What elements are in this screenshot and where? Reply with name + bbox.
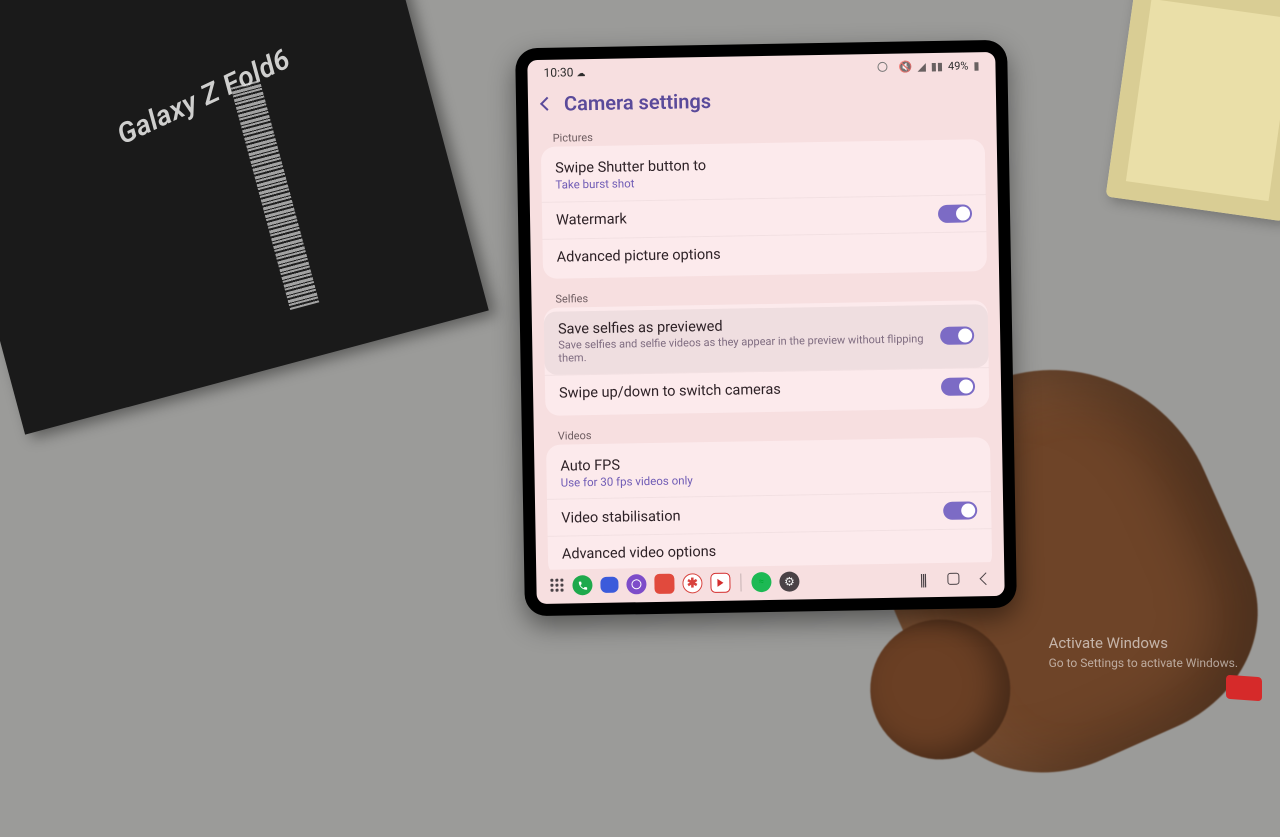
dock-app-messages[interactable] — [600, 577, 618, 593]
dock-app-browser[interactable] — [626, 574, 646, 594]
app-dock: ✱ ≈ ⚙ — [550, 571, 799, 595]
app-drawer-icon[interactable] — [550, 579, 564, 593]
nav-bar: ✱ ≈ ⚙ ||| — [536, 562, 1005, 604]
screen: 10:30 ☁ 🔇 ◢ ▮▮ 49% ▮ Camera settings Pic… — [527, 52, 1004, 604]
dock-app-phone[interactable] — [572, 575, 592, 595]
row-swipe-shutter[interactable]: Swipe Shutter button to Take burst shot — [541, 143, 986, 201]
toy-prop — [1106, 0, 1280, 221]
dock-app-settings[interactable]: ⚙ — [779, 571, 799, 591]
section-card-videos: Auto FPS Use for 30 fps videos only Vide… — [546, 437, 992, 570]
gear-icon: ⚙ — [784, 575, 795, 589]
watermark-title: Activate Windows — [1049, 634, 1238, 652]
row-auto-fps[interactable]: Auto FPS Use for 30 fps videos only — [546, 441, 991, 499]
row-title: Watermark — [556, 205, 928, 229]
globe-icon — [631, 579, 641, 589]
row-title: Advanced picture options — [557, 241, 973, 266]
dock-separator — [740, 573, 741, 591]
windows-activation-watermark: Activate Windows Go to Settings to activ… — [1049, 634, 1238, 670]
system-nav: ||| — [920, 569, 991, 589]
spotify-icon: ≈ — [759, 577, 764, 587]
signal-icon: ▮▮ — [931, 59, 943, 72]
page-title: Camera settings — [564, 89, 711, 116]
tablet-device: 10:30 ☁ 🔇 ◢ ▮▮ 49% ▮ Camera settings Pic… — [515, 40, 1017, 617]
section-card-selfies: Save selfies as previewed Save selfies a… — [544, 300, 990, 415]
status-icons: 🔇 ◢ ▮▮ 49% ▮ — [878, 59, 980, 74]
watermark-sub: Go to Settings to activate Windows. — [1049, 656, 1238, 670]
row-advanced-picture-options[interactable]: Advanced picture options — [542, 231, 987, 275]
nav-back-button[interactable] — [980, 572, 993, 585]
row-title: Advanced video options — [562, 539, 978, 564]
asterisk-icon: ✱ — [687, 576, 698, 591]
wifi-icon: ◢ — [917, 60, 926, 73]
dock-app-4[interactable] — [654, 574, 674, 594]
settings-list[interactable]: Pictures Swipe Shutter button to Take bu… — [528, 118, 1004, 570]
row-save-selfies-previewed[interactable]: Save selfies as previewed Save selfies a… — [544, 304, 989, 374]
toggle-save-selfies-previewed[interactable] — [940, 327, 974, 346]
nav-home-button[interactable] — [947, 573, 959, 585]
phone-icon — [577, 580, 588, 591]
back-button[interactable] — [540, 97, 554, 111]
camera-cutout-icon — [878, 62, 888, 72]
mute-icon: 🔇 — [899, 60, 913, 73]
toggle-watermark[interactable] — [938, 204, 972, 223]
dock-app-spotify[interactable]: ≈ — [751, 572, 771, 592]
play-icon — [717, 579, 723, 587]
row-title: Swipe up/down to switch cameras — [559, 378, 931, 402]
battery-text: 49% — [948, 59, 969, 72]
nav-recents-button[interactable]: ||| — [920, 570, 926, 589]
row-swipe-switch-cameras[interactable]: Swipe up/down to switch cameras — [545, 367, 990, 412]
toggle-video-stabilisation[interactable] — [943, 502, 977, 521]
dock-app-5[interactable]: ✱ — [682, 573, 702, 593]
battery-icon: ▮ — [973, 59, 979, 72]
status-time: 10:30 ☁ — [543, 65, 585, 80]
channel-badge — [1226, 675, 1262, 702]
row-subtitle: Save selfies and selfie videos as they a… — [558, 334, 930, 366]
toggle-swipe-cameras[interactable] — [941, 377, 975, 396]
row-title: Video stabilisation — [561, 503, 933, 527]
section-card-pictures: Swipe Shutter button to Take burst shot … — [541, 139, 987, 279]
dock-app-youtube[interactable] — [710, 573, 730, 593]
